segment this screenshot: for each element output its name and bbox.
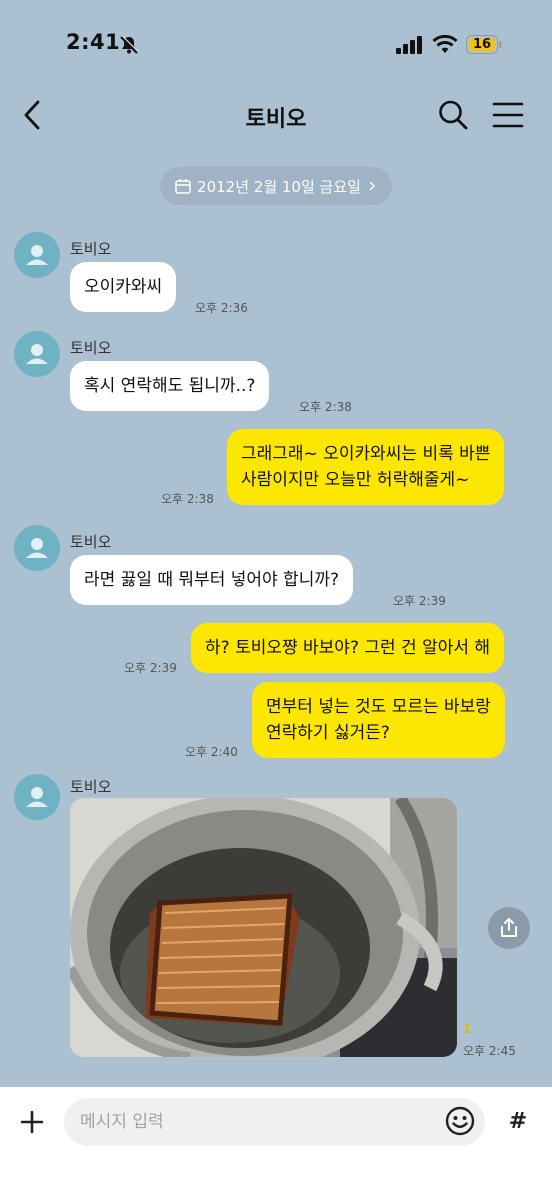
message-time: 오후 2:39 [124,661,177,675]
message-time: 오후 2:45 [463,1044,516,1058]
message-bubble-outgoing[interactable]: 면부터 넣는 것도 모르는 바보랑 연락하기 싫거든? [252,682,505,758]
default-profile-icon [26,787,48,807]
photo-message-ramen-pot[interactable] [70,798,457,1057]
default-profile-icon [26,245,48,265]
message-line: 그래그래~ 오이카와씨는 비록 바쁜 [241,444,491,464]
battery-icon: 16 [466,35,502,54]
message-line: 면부터 넣는 것도 모르는 바보랑 [266,697,491,717]
message-time: 오후 2:39 [393,594,446,608]
hamburger-menu-icon[interactable] [491,101,525,129]
share-button[interactable] [488,907,530,949]
message-line: 연락하기 싫거든? [266,723,390,743]
avatar[interactable] [14,525,60,571]
attach-button[interactable] [14,1104,50,1140]
message-time: 오후 2:40 [185,745,238,759]
date-divider[interactable]: 2012년 2월 10일 금요일 [160,167,392,205]
avatar[interactable] [14,232,60,278]
message-time: 오후 2:38 [161,492,214,506]
message-time: 오후 2:36 [195,301,248,315]
share-icon [501,918,517,937]
ramen-pot-image [70,798,457,1057]
hashtag-search-button[interactable]: # [501,1104,535,1138]
message-time: 오후 2:38 [299,400,352,414]
default-profile-icon [26,538,48,558]
avatar[interactable] [14,331,60,377]
chat-title: 토비오 [245,107,307,132]
sender-name: 토비오 [70,240,112,258]
avatar[interactable] [14,774,60,820]
message-bubble-incoming[interactable]: 라면 끓일 때 뭐부터 넣어야 합니까? [70,555,354,605]
message-line: 사람이지만 오늘만 허락해줄게~ [241,470,470,490]
message-input[interactable] [64,1098,485,1146]
sender-name: 토비오 [70,778,112,796]
chevron-right-icon [369,181,376,191]
bell-slash-icon [120,35,139,54]
wifi-icon [432,34,458,53]
unread-count: 1 [463,1022,472,1036]
battery-percent: 16 [472,37,492,52]
default-profile-icon [26,344,48,364]
search-icon[interactable] [437,98,469,132]
status-time: 2:41 [66,30,121,54]
plus-icon [20,1110,44,1134]
message-bubble-outgoing[interactable]: 하? 토비오쨩 바보야? 그런 건 알아서 해 [191,623,505,673]
sender-name: 토비오 [70,339,112,357]
message-bubble-incoming[interactable]: 혹시 연락해도 됩니까..? [70,361,270,411]
calendar-icon [175,179,191,194]
sender-name: 토비오 [70,533,112,551]
emoji-icon[interactable] [444,1105,476,1137]
cellular-signal-icon [396,36,422,54]
date-divider-label: 2012년 2월 10일 금요일 [197,177,361,196]
message-bubble-incoming[interactable]: 오이카와씨 [70,262,177,312]
message-bubble-outgoing[interactable]: 그래그래~ 오이카와씨는 비록 바쁜 사람이지만 오늘만 허락해줄게~ [227,429,505,505]
